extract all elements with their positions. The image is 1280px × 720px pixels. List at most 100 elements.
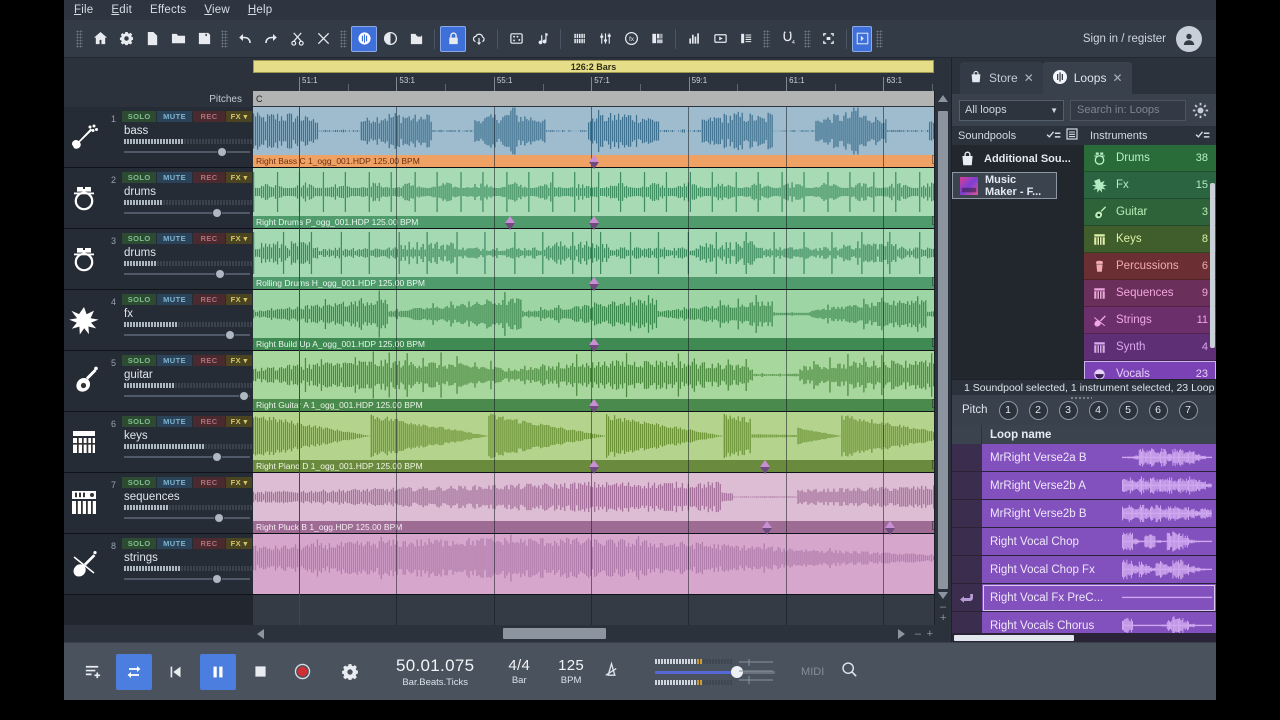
list-view-icon[interactable]	[1066, 128, 1078, 143]
scroll-right-arrow-icon[interactable]	[898, 628, 905, 639]
zoom-in-vertical-button[interactable]: +	[940, 613, 946, 624]
solo-button[interactable]: SOLO	[122, 172, 157, 183]
fullscreen-icon[interactable]	[815, 26, 841, 52]
track-header[interactable]: 8 SOLO MUTE REC FX ▾ strings	[64, 534, 253, 595]
clip-fade-marker[interactable]	[589, 467, 599, 474]
track-volume-slider[interactable]	[124, 575, 250, 583]
clip-fade-marker[interactable]	[885, 528, 895, 535]
loop-gutter[interactable]	[952, 528, 982, 557]
cut-scissors-icon[interactable]	[284, 26, 310, 52]
solo-button[interactable]: SOLO	[122, 416, 157, 427]
folder-open-icon[interactable]	[403, 26, 429, 52]
video-play-icon[interactable]	[707, 26, 733, 52]
loop-range-bar[interactable]: 126:2 Bars	[253, 60, 934, 73]
track-header[interactable]: 5 SOLO MUTE REC FX ▾ guitar	[64, 351, 253, 412]
track-name[interactable]: guitar	[122, 366, 252, 382]
pitch-button-4[interactable]: 4	[1088, 400, 1108, 420]
clip-fade-marker-up[interactable]	[589, 460, 599, 467]
rec-button[interactable]: REC	[192, 477, 226, 488]
toolbar-grip-4[interactable]	[763, 29, 770, 48]
metronome-icon[interactable]	[602, 660, 621, 684]
tempo-readout[interactable]: 125 BPM	[558, 657, 584, 686]
solo-button[interactable]: SOLO	[122, 111, 157, 122]
clip-fade-marker[interactable]	[760, 467, 770, 474]
mute-button[interactable]: MUTE	[157, 355, 192, 366]
pitch-button-3[interactable]: 3	[1058, 400, 1078, 420]
menu-item-effects[interactable]: Effects	[150, 4, 186, 16]
fx-button[interactable]: FX ▾	[226, 172, 252, 183]
tab-store[interactable]: Store ✕	[960, 62, 1043, 94]
mute-button[interactable]: MUTE	[157, 416, 192, 427]
rec-button[interactable]: REC	[192, 111, 226, 122]
instruments-scroll-thumb[interactable]	[1210, 183, 1215, 348]
zoom-in-horizontal-button[interactable]: +	[927, 628, 933, 640]
clip-fade-marker[interactable]	[589, 162, 599, 169]
record-dial-icon[interactable]	[377, 26, 403, 52]
loop-list-item[interactable]: Right Vocal Chop Fx	[952, 556, 1216, 585]
loop-list-item[interactable]: MrRight Verse2a B	[952, 444, 1216, 473]
menu-item-view[interactable]: View	[204, 4, 230, 16]
track-volume-slider[interactable]	[124, 209, 250, 217]
instrument-item[interactable]: Vocals 23	[1084, 361, 1216, 380]
pitch-button-7[interactable]: 7	[1178, 400, 1198, 420]
loop-list-item[interactable]: MrRight Verse2b A	[952, 472, 1216, 501]
clip-fade-marker-up[interactable]	[589, 277, 599, 284]
loop-cell[interactable]: MrRight Verse2b B	[982, 500, 1216, 529]
horizontal-scroll-thumb[interactable]	[503, 628, 606, 639]
track-name[interactable]: keys	[122, 427, 252, 443]
audio-clip[interactable]: Right Build Up A_ogg_001.HDP 125.00 BPM	[253, 290, 951, 351]
loop-toggle-icon[interactable]	[116, 653, 152, 690]
clip-fade-marker[interactable]	[589, 406, 599, 413]
track-volume-knob[interactable]	[218, 148, 227, 156]
save-disk-icon[interactable]	[191, 26, 217, 52]
rec-button[interactable]: REC	[192, 172, 226, 183]
instrument-item[interactable]: Keys 8	[1084, 226, 1216, 253]
fx-button[interactable]: FX ▾	[226, 233, 252, 244]
loops-filter-select[interactable]: All loops ▼	[959, 99, 1064, 121]
tab-store-close-icon[interactable]: ✕	[1024, 71, 1034, 85]
instrument-item[interactable]: Strings 11	[1084, 307, 1216, 334]
scroll-up-arrow-icon[interactable]	[938, 95, 948, 102]
piano-keys-icon[interactable]	[566, 26, 592, 52]
mute-button[interactable]: MUTE	[157, 233, 192, 244]
fx-button[interactable]: FX ▾	[226, 538, 252, 549]
menu-item-file[interactable]: FFileile	[74, 4, 93, 16]
loops-horizontal-scrollbar[interactable]	[952, 633, 1216, 642]
mute-button[interactable]: MUTE	[157, 477, 192, 488]
pause-icon[interactable]	[200, 653, 236, 690]
toolbar-grip-5[interactable]	[804, 29, 811, 48]
loop-list-item[interactable]: Right Vocal Chop	[952, 528, 1216, 557]
track-header[interactable]: 7 SOLO MUTE REC FX ▾ sequences	[64, 473, 253, 534]
instrument-item[interactable]: Synth 4	[1084, 334, 1216, 361]
track-name[interactable]: drums	[122, 244, 252, 260]
solo-button[interactable]: SOLO	[122, 294, 157, 305]
clip-fade-marker[interactable]	[589, 223, 599, 230]
instrument-item[interactable]: Sequences 9	[1084, 280, 1216, 307]
menu-item-edit[interactable]: Edit	[111, 4, 132, 16]
home-icon[interactable]	[87, 26, 113, 52]
loop-cell[interactable]: Right Vocals Chorus	[982, 612, 1216, 633]
track-volume-slider[interactable]	[124, 331, 250, 339]
loop-gutter[interactable]	[952, 612, 982, 633]
audio-clip[interactable]: Right Guitar A 1_ogg_001.HDP 125.00 BPM	[253, 351, 951, 412]
soundpool-item[interactable]: Additional Sou...	[952, 145, 1084, 172]
position-readout[interactable]: 50.01.075 Bar.Beats.Ticks	[396, 656, 474, 688]
tuning-icon[interactable]: 4	[774, 26, 800, 52]
track-name[interactable]: bass	[122, 122, 252, 138]
toolbar-grip[interactable]	[76, 29, 83, 48]
settings-sun-icon[interactable]	[1192, 102, 1209, 119]
track-name[interactable]: sequences	[122, 488, 252, 504]
grid-pads-icon[interactable]	[503, 26, 529, 52]
rewind-start-icon[interactable]	[158, 654, 194, 690]
loop-cell[interactable]: MrRight Verse2b A	[982, 472, 1216, 501]
fx-button[interactable]: FX ▾	[226, 111, 252, 122]
select-all-icon[interactable]	[1046, 130, 1061, 141]
sign-in-link[interactable]: Sign in / register	[1083, 33, 1166, 45]
track-header[interactable]: 2 SOLO MUTE REC FX ▾ drums	[64, 168, 253, 229]
loops-list[interactable]: MrRight Verse2a B MrRight Verse2b A MrRigh…	[952, 444, 1216, 633]
rec-button[interactable]: REC	[192, 416, 226, 427]
track-header[interactable]: 3 SOLO MUTE REC FX ▾ drums	[64, 229, 253, 290]
delete-x-icon[interactable]	[310, 26, 336, 52]
audio-clip[interactable]: Right Bass C 1_ogg_001.HDP 125.00 BPM	[253, 107, 951, 168]
loop-list-item[interactable]: Right Vocals Chorus	[952, 612, 1216, 633]
